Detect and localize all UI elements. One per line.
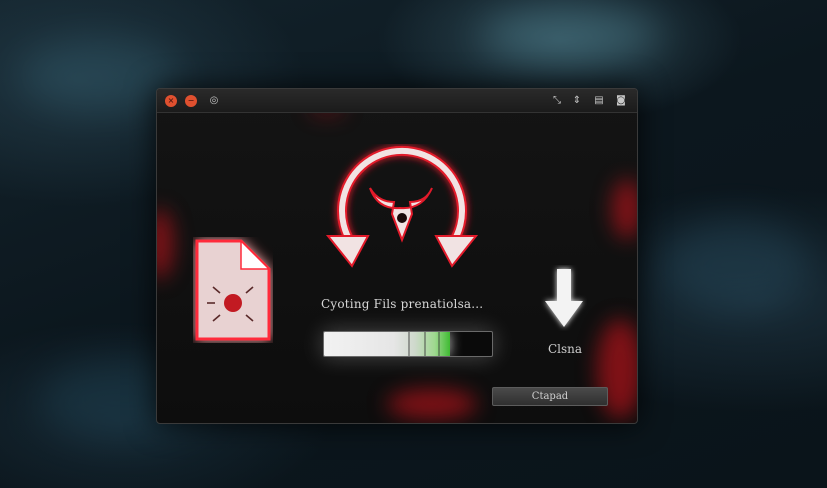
- arrow-down-icon: [545, 269, 583, 327]
- resize-icon[interactable]: ⤡: [551, 95, 563, 107]
- corrupted-file-icon: [195, 239, 271, 341]
- window-icon[interactable]: ▤: [593, 95, 605, 107]
- close-icon[interactable]: ×: [165, 95, 177, 107]
- red-glow: [157, 209, 173, 279]
- installer-dialog: × − ◎ ⤡ ⇕ ▤ ◙ Cyoting Fils prenatiolsa..…: [156, 88, 638, 424]
- progress-bar: [323, 331, 493, 357]
- side-label: Clsna: [548, 342, 583, 356]
- background-smoke: [480, 10, 660, 60]
- circle-icon[interactable]: ◙: [615, 95, 627, 107]
- progress-segment: [408, 332, 410, 356]
- progress-fill: [324, 332, 450, 356]
- expand-icon[interactable]: ⇕: [571, 95, 583, 107]
- status-text: Cyoting Fils prenatiolsa...: [321, 297, 484, 311]
- minimize-icon[interactable]: −: [185, 95, 197, 107]
- bull-emblem-icon: [325, 145, 479, 268]
- red-glow: [612, 179, 637, 239]
- background-smoke: [660, 220, 810, 310]
- title-bar: × − ◎ ⤡ ⇕ ▤ ◙: [157, 89, 637, 113]
- progress-segment: [424, 332, 426, 356]
- info-icon[interactable]: ◎: [208, 95, 220, 107]
- progress-segment: [438, 332, 440, 356]
- action-button[interactable]: Ctapad: [492, 387, 608, 406]
- red-glow: [387, 389, 477, 419]
